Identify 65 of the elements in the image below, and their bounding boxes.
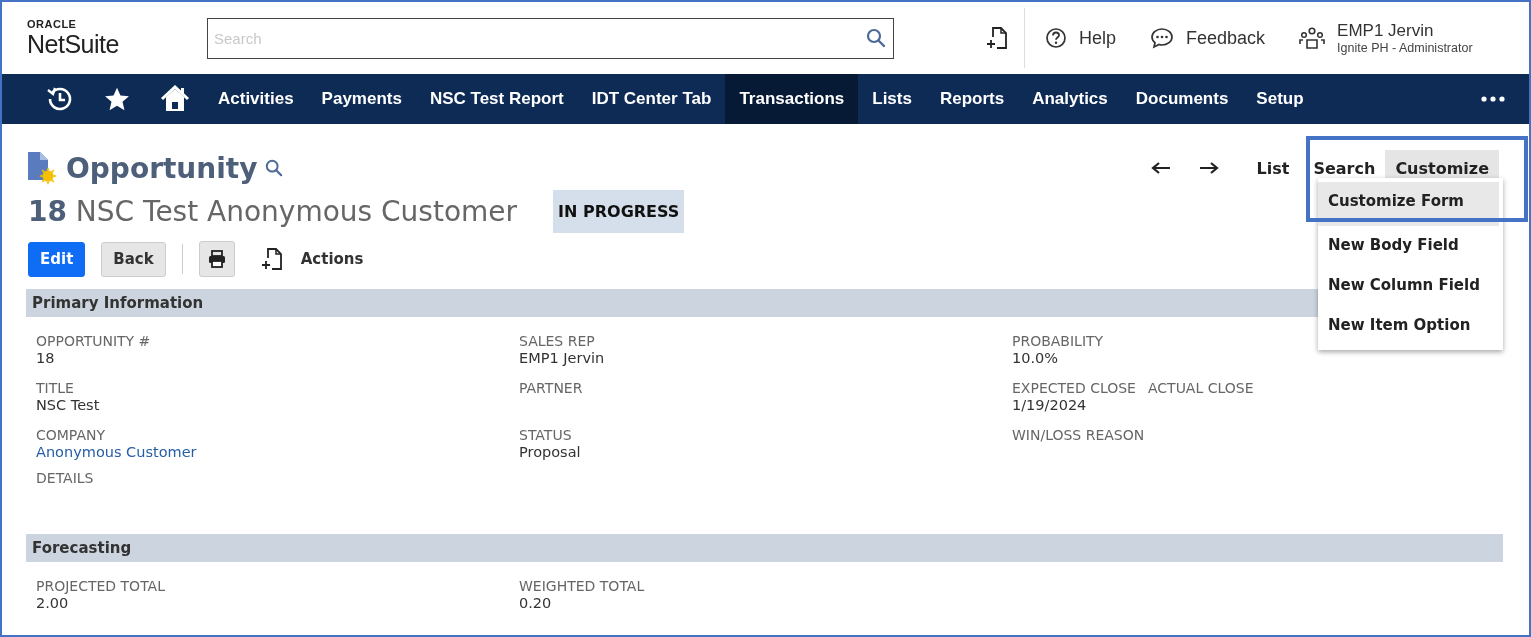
home-icon[interactable] — [160, 85, 190, 113]
field-label: OPPORTUNITY # — [36, 333, 151, 349]
menu-item[interactable]: New Body Field — [1318, 225, 1503, 266]
field-label: COMPANY — [36, 427, 106, 443]
search-icon[interactable] — [265, 159, 284, 177]
nav-tab[interactable]: Payments — [307, 74, 416, 124]
more-icon[interactable] — [1481, 96, 1505, 102]
chat-bubble-icon[interactable] — [1150, 27, 1175, 49]
search-icon[interactable] — [866, 27, 886, 48]
field-label: PROJECTED TOTAL — [36, 578, 165, 594]
logo-text: NetSuite — [27, 32, 120, 57]
field-label: DETAILS — [36, 470, 94, 486]
section-header: Forecasting — [26, 534, 1503, 562]
printer-icon[interactable] — [206, 249, 227, 269]
field-value: 10.0% — [1012, 350, 1060, 366]
header-link-label[interactable]: Feedback — [1186, 27, 1266, 49]
new-record-icon[interactable] — [260, 247, 283, 271]
field-label: TITLE — [36, 380, 74, 396]
nav-tab[interactable]: NSC Test Report — [415, 74, 578, 124]
record-title: 18 NSC Test Anonymous Customer — [28, 195, 518, 228]
nav-tab[interactable]: Activities — [204, 74, 308, 124]
nav-tab[interactable]: Documents — [1121, 74, 1243, 124]
print-button[interactable] — [198, 241, 235, 277]
header-link-label[interactable]: Help — [1079, 27, 1117, 49]
status-badge: IN PROGRESS — [553, 190, 685, 233]
nav-tab[interactable]: Transactions — [725, 74, 859, 124]
star-icon[interactable] — [104, 86, 130, 112]
arrow-right-icon[interactable] — [1198, 162, 1219, 174]
field-value: 2.00 — [36, 595, 70, 611]
logo-text: ORACLE — [27, 19, 78, 30]
field-value: NSC Test — [36, 397, 101, 413]
actions-menu[interactable]: Actions — [300, 250, 364, 268]
user-role: Ignite PH - Administrator — [1337, 41, 1473, 55]
nav-tab[interactable]: Lists — [858, 74, 926, 124]
header-link[interactable]: Feedback — [1150, 27, 1266, 49]
edit-button[interactable]: Edit — [28, 241, 86, 277]
page-link[interactable]: List — [1246, 149, 1300, 187]
field-label: WEIGHTED TOTAL — [519, 578, 645, 594]
field-label: WIN/LOSS REASON — [1012, 427, 1145, 443]
field-value: Proposal — [519, 444, 582, 460]
nav-tab[interactable]: IDT Center Tab — [577, 74, 726, 124]
arrow-left-icon[interactable] — [1150, 162, 1171, 174]
field-label: EXPECTED CLOSE — [1012, 380, 1136, 396]
page-title: Opportunity — [66, 151, 258, 185]
nav-tab[interactable]: Reports — [925, 74, 1019, 124]
nav-tab[interactable]: Analytics — [1018, 74, 1122, 124]
new-record-icon[interactable] — [986, 26, 1008, 50]
header-link[interactable]: Help — [1045, 27, 1117, 49]
field-value: 0.20 — [519, 595, 553, 611]
people-icon[interactable] — [1299, 26, 1326, 50]
field-value: EMP1 Jervin — [519, 350, 606, 366]
field-label: SALES REP — [519, 333, 595, 349]
field-label: PARTNER — [519, 380, 583, 396]
history-icon[interactable] — [46, 85, 74, 113]
field-link[interactable]: Anonymous Customer — [36, 444, 519, 460]
help-icon[interactable] — [1045, 27, 1067, 49]
back-button[interactable]: Back — [101, 241, 166, 277]
nav-tab[interactable]: Setup — [1242, 74, 1318, 124]
field-label: ACTUAL CLOSE — [1147, 380, 1254, 396]
menu-item[interactable]: Customize Form — [1318, 181, 1499, 226]
field-label: STATUS — [519, 427, 572, 443]
user-name[interactable]: EMP1 Jervin — [1337, 21, 1473, 41]
field-label: PROBABILITY — [1012, 333, 1104, 349]
field-value: 1/19/2024 — [1012, 397, 1088, 413]
field-value: 18 — [36, 350, 56, 366]
